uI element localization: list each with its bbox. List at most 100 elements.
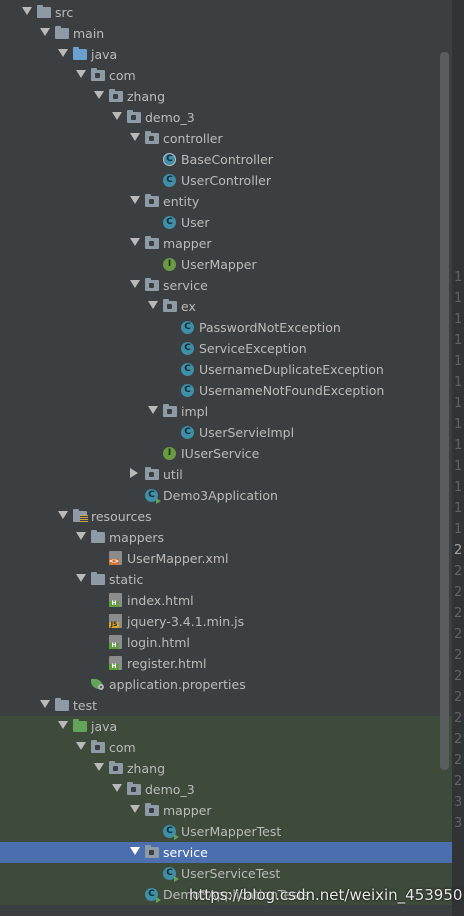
tree-row-login-html[interactable]: Hlogin.html — [0, 632, 452, 653]
tree-row-usermappertest[interactable]: C UserMapperTest — [0, 821, 452, 842]
line-number: 1 — [454, 480, 463, 495]
tree-row-src[interactable]: src — [0, 2, 452, 23]
line-number: 1 — [454, 417, 463, 432]
tree-row-com[interactable]: com — [0, 737, 452, 758]
tree-row-controller[interactable]: controller — [0, 128, 452, 149]
tree-item-label: zhang — [127, 761, 166, 776]
package-icon — [109, 761, 123, 774]
tree-row-usernameduplicateexception[interactable]: C UsernameDuplicateException — [0, 359, 452, 380]
watermark-text: https://blog.csdn.net/weixin_45395011 — [189, 886, 464, 904]
line-number: 2 — [454, 606, 463, 621]
tree-row-application-properties[interactable]: application.properties — [0, 674, 452, 695]
line-number: 1 — [454, 354, 463, 369]
tree-row-zhang[interactable]: zhang — [0, 758, 452, 779]
tree-item-label: demo_3 — [145, 782, 195, 797]
tree-row-demo3application[interactable]: C Demo3Application — [0, 485, 452, 506]
class-icon: C — [163, 216, 176, 229]
tree-row-service[interactable]: service — [0, 275, 452, 296]
test-class-icon: C — [163, 825, 179, 840]
line-number: 2 — [454, 753, 463, 768]
line-number: 2 — [454, 669, 463, 684]
tree-item-label: index.html — [127, 593, 194, 608]
tree-row-demo-3[interactable]: demo_3 — [0, 107, 452, 128]
tree-item-label: login.html — [127, 635, 190, 650]
collapse-arrow-icon[interactable] — [94, 763, 104, 771]
tree-row-java[interactable]: java — [0, 716, 452, 737]
tree-row-passwordnotexception[interactable]: C PasswordNotException — [0, 317, 452, 338]
package-icon — [127, 782, 141, 795]
tree-row-usermapper-xml[interactable]: <> UserMapper.xml — [0, 548, 452, 569]
tree-row-main[interactable]: main — [0, 23, 452, 44]
js-file-icon: JS — [109, 614, 122, 628]
tree-item-label: impl — [181, 404, 209, 419]
collapse-arrow-icon[interactable] — [40, 28, 50, 36]
vertical-scrollbar[interactable] — [440, 52, 449, 770]
tree-item-label: demo_3 — [145, 110, 195, 125]
collapse-arrow-icon[interactable] — [94, 91, 104, 99]
expand-arrow-icon[interactable] — [130, 468, 138, 478]
tree-row-ex[interactable]: ex — [0, 296, 452, 317]
tree-row-mappers[interactable]: mappers — [0, 527, 452, 548]
tree-row-usernamenotfoundexception[interactable]: C UsernameNotFoundException — [0, 380, 452, 401]
test-source-folder-icon — [73, 719, 87, 732]
tree-item-label: UserServiceTest — [181, 866, 281, 881]
collapse-arrow-icon[interactable] — [76, 70, 86, 78]
tree-row-service[interactable]: service — [0, 842, 452, 863]
tree-row-serviceexception[interactable]: C ServiceException — [0, 338, 452, 359]
tree-row-mapper[interactable]: mapper — [0, 800, 452, 821]
tree-row-static[interactable]: static — [0, 569, 452, 590]
tree-item-label: ex — [181, 299, 196, 314]
collapse-arrow-icon[interactable] — [58, 721, 68, 729]
collapse-arrow-icon[interactable] — [130, 196, 140, 204]
tree-row-iuserservice[interactable]: I IUserService — [0, 443, 452, 464]
collapse-arrow-icon[interactable] — [22, 7, 32, 15]
collapse-arrow-icon[interactable] — [40, 700, 50, 708]
collapse-arrow-icon[interactable] — [58, 511, 68, 519]
tree-row-impl[interactable]: impl — [0, 401, 452, 422]
tree-row-com[interactable]: com — [0, 65, 452, 86]
tree-row-java[interactable]: java — [0, 44, 452, 65]
tree-row-userservieimpl[interactable]: C UserServieImpl — [0, 422, 452, 443]
package-icon — [145, 236, 159, 249]
interface-icon: I — [163, 258, 176, 271]
tree-item-label: UserMapper.xml — [127, 551, 229, 566]
tree-item-label: java — [91, 47, 118, 62]
collapse-arrow-icon[interactable] — [58, 49, 68, 57]
tree-row-usermapper[interactable]: I UserMapper — [0, 254, 452, 275]
package-icon — [127, 110, 141, 123]
tree-item-label: java — [91, 719, 118, 734]
collapse-arrow-icon[interactable] — [76, 532, 86, 540]
collapse-arrow-icon[interactable] — [76, 742, 86, 750]
collapse-arrow-icon[interactable] — [130, 133, 140, 141]
line-number: 3 — [454, 816, 463, 831]
line-number: 1 — [454, 291, 463, 306]
tree-row-index-html[interactable]: Hindex.html — [0, 590, 452, 611]
collapse-arrow-icon[interactable] — [112, 784, 122, 792]
collapse-arrow-icon[interactable] — [112, 112, 122, 120]
project-tree[interactable]: src main java com zhang demo_3 controller C Base… — [0, 0, 452, 916]
tree-row-test[interactable]: test — [0, 695, 452, 716]
tree-row-util[interactable]: util — [0, 464, 452, 485]
tree-row-user[interactable]: C User — [0, 212, 452, 233]
collapse-arrow-icon[interactable] — [130, 238, 140, 246]
tree-row-usercontroller[interactable]: C UserController — [0, 170, 452, 191]
collapse-arrow-icon[interactable] — [148, 406, 158, 414]
tree-row-demo-3[interactable]: demo_3 — [0, 779, 452, 800]
tree-row-resources[interactable]: resources — [0, 506, 452, 527]
package-icon — [145, 131, 159, 144]
collapse-arrow-icon[interactable] — [130, 847, 140, 855]
collapse-arrow-icon[interactable] — [130, 280, 140, 288]
collapse-arrow-icon[interactable] — [130, 805, 140, 813]
collapse-arrow-icon[interactable] — [76, 574, 86, 582]
interface-icon: I — [163, 447, 176, 460]
collapse-arrow-icon[interactable] — [148, 301, 158, 309]
tree-item-label: UserController — [181, 173, 271, 188]
tree-row-zhang[interactable]: zhang — [0, 86, 452, 107]
tree-row-basecontroller[interactable]: C BaseController — [0, 149, 452, 170]
tree-row-entity[interactable]: entity — [0, 191, 452, 212]
tree-row-mapper[interactable]: mapper — [0, 233, 452, 254]
tree-row-userservicetest[interactable]: C UserServiceTest — [0, 863, 452, 884]
tree-row-jquery-3-4-1-min-js[interactable]: JS jquery-3.4.1.min.js — [0, 611, 452, 632]
tree-item-label: UserMapper — [181, 257, 257, 272]
tree-row-register-html[interactable]: Hregister.html — [0, 653, 452, 674]
